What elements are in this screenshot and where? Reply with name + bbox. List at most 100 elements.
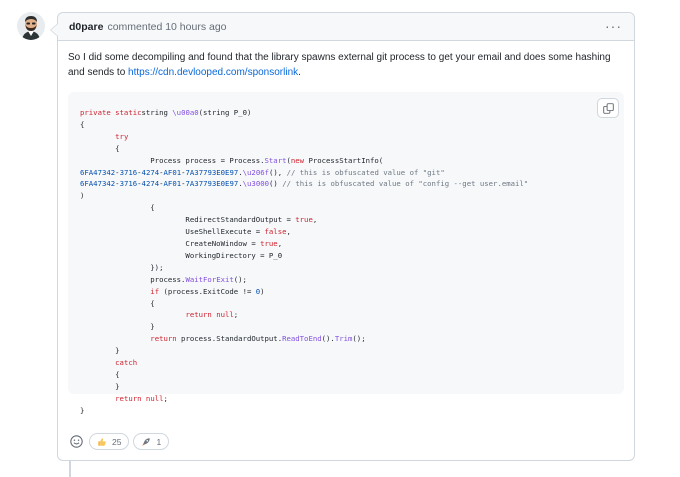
- code-line: RedirectStandardOutput = true,: [80, 215, 317, 224]
- code-token: string: [141, 108, 173, 117]
- code-line: UseShellExecute = false,: [80, 227, 291, 237]
- code-token: \u206f: [242, 167, 269, 177]
- code-token: \u00a0: [172, 108, 199, 117]
- code-token: }: [80, 322, 155, 332]
- code-token: \u3000: [242, 179, 269, 189]
- code-token: 7A37793E0E97: [185, 167, 239, 177]
- code-line: process.WaitForExit();: [80, 275, 247, 284]
- code-token: new: [290, 155, 305, 165]
- code-line: try: [80, 132, 128, 141]
- smiley-icon: [69, 435, 83, 448]
- code-token: 6FA47342: [80, 179, 116, 189]
- code-token: try: [115, 131, 129, 141]
- code-token: ();: [352, 334, 366, 344]
- comment-header: d0pare commented 10 hours ago ···: [58, 13, 634, 41]
- code-token: ): [80, 191, 85, 201]
- code-token: process.: [80, 274, 186, 284]
- code-line: }: [80, 322, 155, 332]
- code-token: ): [260, 286, 265, 296]
- code-line: });: [80, 263, 163, 272]
- code-token: ();: [233, 274, 247, 284]
- code-token: WaitForExit: [185, 274, 234, 284]
- code-token: {: [80, 203, 155, 213]
- reactions-bar: 25 1: [68, 433, 170, 450]
- code-token: WorkingDirectory = P_0: [80, 250, 283, 260]
- code-token: {: [80, 369, 120, 379]
- code-token: }: [80, 405, 85, 415]
- code-token: process.StandardOutput.: [176, 334, 283, 344]
- code-token: catch: [115, 358, 138, 368]
- code-token: (),: [269, 167, 287, 177]
- code-token: ().: [321, 334, 335, 344]
- reaction-rocket[interactable]: 1: [133, 433, 170, 450]
- code-token: }: [80, 381, 120, 391]
- code-token: null: [216, 310, 234, 320]
- code-token: AF01: [163, 167, 182, 177]
- copy-icon: [602, 102, 614, 114]
- code-token: UseShellExecute =: [80, 227, 265, 237]
- comment-timestamp[interactable]: commented 10 hours ago: [107, 21, 226, 33]
- thumbs-up-icon: [98, 437, 106, 446]
- code-token: 3716: [119, 167, 138, 177]
- code-token: {: [80, 143, 120, 153]
- code-line: }: [80, 406, 84, 415]
- code-line: 6FA47342-3716-4274-AF01-7A37793E0E97.\u2…: [80, 168, 445, 177]
- rocket-icon: [142, 437, 151, 446]
- code-token: ;: [163, 393, 168, 403]
- code-line: {: [80, 299, 154, 308]
- code-token: 4274: [141, 179, 160, 189]
- comment: d0pare commented 10 hours ago ··· So I d…: [50, 12, 635, 461]
- code-token: ReadToEnd: [282, 334, 322, 344]
- comment-text: So I did some decompiling and found that…: [68, 51, 624, 80]
- code-token: return: [150, 334, 177, 344]
- code-token: ProcessStartInfo(: [304, 155, 384, 165]
- code-line: return null;: [80, 394, 168, 403]
- code-token: // this is obfuscated value of "git": [286, 167, 445, 177]
- code-token: ,: [277, 238, 283, 248]
- code-line: {: [80, 143, 120, 153]
- code-token: false: [264, 227, 287, 237]
- code-token: ;: [233, 310, 239, 320]
- code-token: {: [80, 119, 85, 129]
- code-line: WorkingDirectory = P_0: [80, 251, 282, 260]
- code-token: ,: [286, 227, 291, 237]
- code-token: true: [295, 215, 313, 225]
- reaction-count: 1: [156, 436, 162, 447]
- code-token: 6FA47342: [80, 167, 116, 177]
- code-token: (string P_0): [198, 108, 252, 117]
- more-options-icon[interactable]: ···: [605, 18, 622, 34]
- comment-author[interactable]: d0pare: [69, 21, 103, 33]
- code-token: // this is obfuscated value of "config -…: [282, 179, 529, 189]
- code-line: CreateNoWindow = true,: [80, 239, 282, 248]
- code-token: if: [150, 286, 160, 296]
- add-reaction-button[interactable]: [68, 434, 84, 450]
- code-token: (): [269, 179, 283, 189]
- code-token: RedirectStandardOutput =: [80, 215, 296, 225]
- code-line: ): [80, 191, 84, 200]
- code-line: {: [80, 120, 84, 129]
- code-line: private staticstring \u00a0(string P_0): [80, 108, 251, 117]
- code-token: ,: [312, 215, 318, 225]
- sponsorlink-link[interactable]: https://cdn.devlooped.com/sponsorlink: [128, 67, 298, 78]
- code-token: null: [145, 393, 164, 403]
- avatar[interactable]: [17, 12, 45, 40]
- code-token: CreateNoWindow =: [80, 238, 261, 248]
- code-token: }: [80, 346, 120, 356]
- copy-button[interactable]: [597, 98, 619, 118]
- reaction-thumbs-up[interactable]: 25: [89, 433, 130, 450]
- code-token: });: [80, 262, 164, 272]
- code-line: 6FA47342-3716-4274-AF01-7A37793E0E97.\u3…: [80, 179, 528, 188]
- code-block: private staticstring \u00a0(string P_0) …: [68, 92, 624, 415]
- code-line: return process.StandardOutput.ReadToEnd(…: [80, 334, 366, 344]
- code-line: Process process = Process.Start(new Proc…: [80, 156, 383, 165]
- code-token: return: [115, 393, 142, 403]
- code-token: Start: [264, 155, 287, 165]
- code-token: private static: [80, 108, 142, 117]
- code-token: 3716: [119, 179, 138, 189]
- code-token: (process.ExitCode !=: [159, 286, 256, 296]
- code-content: private staticstring \u00a0(string P_0) …: [80, 107, 612, 417]
